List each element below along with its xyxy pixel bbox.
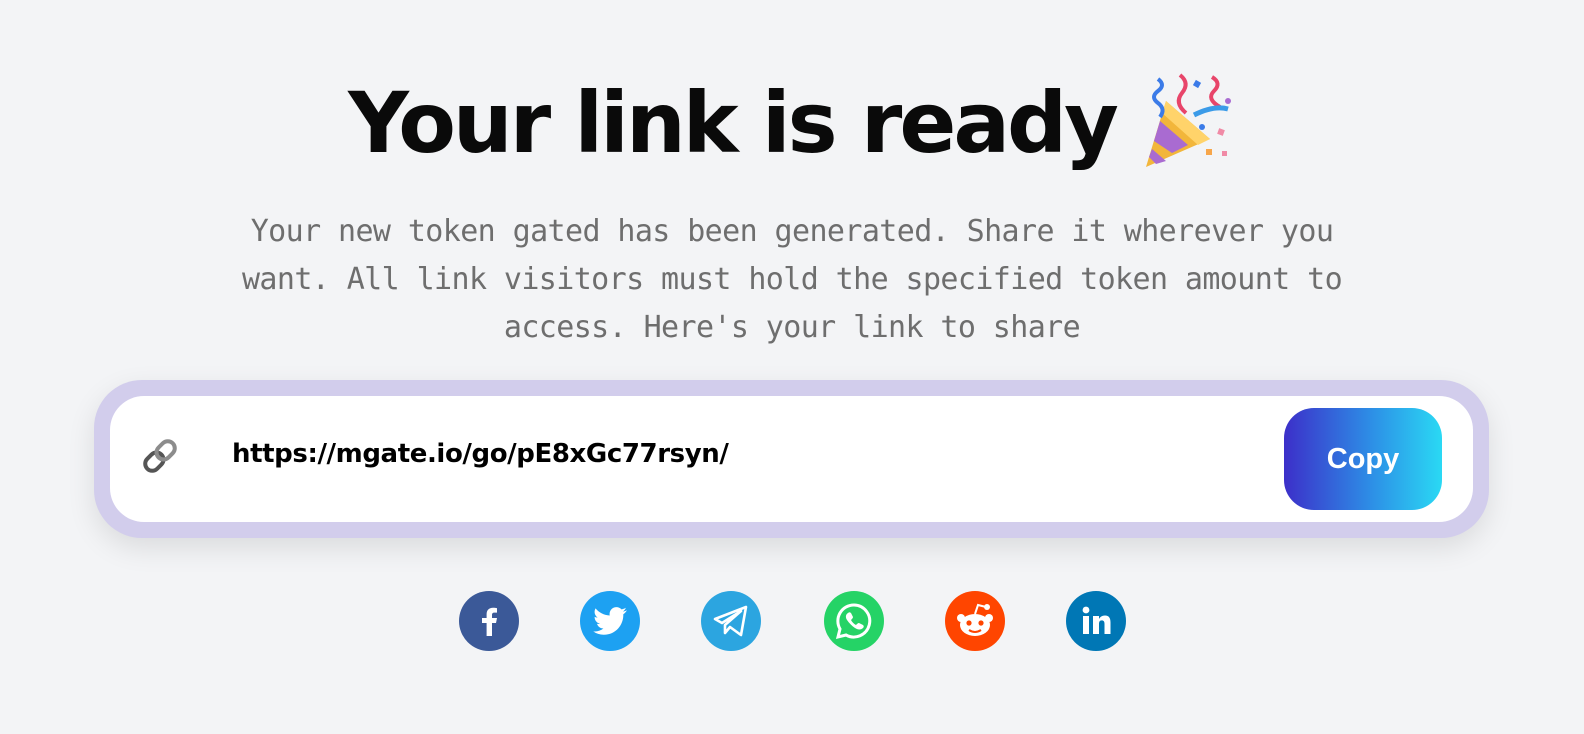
telegram-icon [713, 605, 748, 637]
linkedin-share-button[interactable] [1066, 591, 1126, 651]
whatsapp-icon [835, 603, 872, 640]
generated-link-url[interactable]: https://mgate.io/go/pE8xGc77rsyn/ [232, 434, 729, 474]
link-icon [140, 436, 180, 476]
page-title: Your link is ready [348, 74, 1119, 172]
reddit-icon [957, 603, 993, 636]
twitter-share-button[interactable] [580, 591, 640, 651]
party-popper-icon [1132, 71, 1236, 175]
whatsapp-share-button[interactable] [824, 591, 884, 651]
title-row: Your link is ready [0, 68, 1584, 178]
facebook-icon [482, 607, 497, 636]
facebook-share-button[interactable] [459, 591, 519, 651]
linkedin-icon [1082, 606, 1111, 634]
page-subtitle: Your new token gated has been generated.… [241, 214, 1343, 345]
reddit-share-button[interactable] [945, 591, 1005, 651]
twitter-icon [593, 607, 627, 635]
share-buttons [0, 591, 1584, 651]
copy-button[interactable]: Copy [1284, 408, 1442, 510]
telegram-share-button[interactable] [701, 591, 761, 651]
